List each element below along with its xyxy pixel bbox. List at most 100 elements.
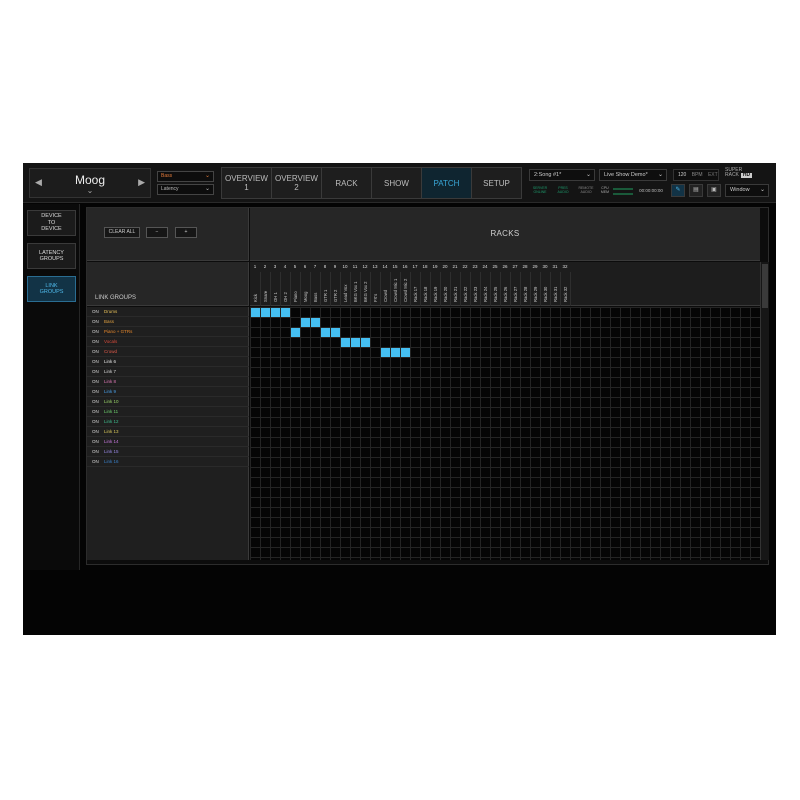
- link-group-row[interactable]: ON Bass: [87, 317, 249, 327]
- racks-title: RACKS: [490, 229, 520, 238]
- link-group-row[interactable]: ON Link 10: [87, 397, 249, 407]
- patch-cell-active[interactable]: [331, 328, 340, 337]
- rack-column-label: Rack 22: [463, 286, 468, 302]
- rack-column-name: Rack 27: [510, 274, 520, 304]
- song-dropdown[interactable]: 2:Song #1* ⌄: [529, 169, 595, 181]
- link-groups-header: LINK GROUPS: [87, 262, 249, 306]
- tab-rack[interactable]: RACK: [322, 168, 372, 198]
- group-on-toggle[interactable]: ON: [92, 377, 99, 386]
- rack-selector[interactable]: ◀ Moog ⌄ ▶: [29, 168, 151, 198]
- group-on-toggle[interactable]: ON: [92, 387, 99, 396]
- group-on-toggle[interactable]: ON: [92, 337, 99, 346]
- group-on-toggle[interactable]: ON: [92, 417, 99, 426]
- view-dropdown[interactable]: Latency ⌄: [157, 184, 214, 195]
- link-group-row[interactable]: ON Link 14: [87, 437, 249, 447]
- group-name: Vocals: [104, 339, 118, 344]
- tempo-field[interactable]: 120 BPM EXT: [673, 169, 719, 181]
- group-on-toggle[interactable]: ON: [92, 367, 99, 376]
- group-on-toggle[interactable]: ON: [92, 407, 99, 416]
- patch-cell-active[interactable]: [321, 328, 330, 337]
- group-on-toggle[interactable]: ON: [92, 327, 99, 336]
- add-group-button[interactable]: +: [175, 227, 197, 238]
- link-group-row[interactable]: ON Link 12: [87, 417, 249, 427]
- link-matrix[interactable]: [250, 307, 760, 560]
- chevron-down-icon[interactable]: ⌄: [30, 186, 150, 195]
- window-dropdown[interactable]: Window ⌄: [725, 184, 769, 197]
- rack-column-label: GTR 1: [323, 289, 328, 302]
- sidebar-item-latency-groups[interactable]: LATENCY GROUPS: [27, 243, 76, 269]
- tab-overview-2[interactable]: OVERVIEW 2: [272, 168, 322, 198]
- link-group-row[interactable]: ON Piano + GTRs: [87, 327, 249, 337]
- show-dropdown[interactable]: Live Show Demo* ⌄: [599, 169, 667, 181]
- group-on-toggle[interactable]: ON: [92, 397, 99, 406]
- group-on-toggle[interactable]: ON: [92, 357, 99, 366]
- group-on-toggle[interactable]: ON: [92, 347, 99, 356]
- rack-column-number: 13: [372, 264, 378, 269]
- patch-cell-active[interactable]: [281, 308, 290, 317]
- group-on-toggle[interactable]: ON: [92, 457, 99, 466]
- rack-column-label: Crowd Mic 2: [403, 278, 408, 302]
- rack-column-name: Rack 19: [430, 274, 440, 304]
- patch-cell-active[interactable]: [341, 338, 350, 347]
- clear-all-button[interactable]: CLEAR ALL: [104, 227, 140, 238]
- superrack-window: ◀ Moog ⌄ ▶ Bass ⌄ Latency ⌄ OVERVIEW 1 OVE…: [23, 163, 776, 635]
- vertical-scrollbar[interactable]: [760, 262, 769, 560]
- sidebar-item-device-to-device[interactable]: DEVICE TO DEVICE: [27, 210, 76, 236]
- patch-cell-active[interactable]: [361, 338, 370, 347]
- rack-column-label: Rack 24: [483, 286, 488, 302]
- link-group-row[interactable]: ON Vocals: [87, 337, 249, 347]
- patch-cell-active[interactable]: [301, 318, 310, 327]
- rack-column-name: Rack 26: [500, 274, 510, 304]
- rack-column-name: Rack 22: [460, 274, 470, 304]
- rack-column-number: 6: [303, 264, 307, 269]
- patch-cell-active[interactable]: [311, 318, 320, 327]
- rack-column-number: 7: [313, 264, 317, 269]
- tab-setup[interactable]: SETUP: [472, 168, 521, 198]
- link-group-row[interactable]: ON Link 6: [87, 357, 249, 367]
- group-on-toggle[interactable]: ON: [92, 447, 99, 456]
- patch-cell-active[interactable]: [391, 348, 400, 357]
- patch-cell-active[interactable]: [291, 328, 300, 337]
- patch-cell-active[interactable]: [251, 308, 260, 317]
- rack-column-number: 10: [342, 264, 348, 269]
- group-on-toggle[interactable]: ON: [92, 317, 99, 326]
- rack-column-name: Rack 32: [560, 274, 570, 304]
- keyboard-icon[interactable]: ▤: [689, 184, 703, 197]
- link-group-row[interactable]: ON Link 13: [87, 427, 249, 437]
- patch-cell-active[interactable]: [261, 308, 270, 317]
- link-group-row[interactable]: ON Link 15: [87, 447, 249, 457]
- tab-overview-1[interactable]: OVERVIEW 1: [222, 168, 272, 198]
- link-group-row[interactable]: ON Link 9: [87, 387, 249, 397]
- group-name: Link 7: [104, 369, 117, 374]
- rack-column-label: FX's: [373, 293, 378, 302]
- sidebar-item-link-groups[interactable]: LINK GROUPS: [27, 276, 76, 302]
- tab-patch[interactable]: PATCH: [422, 168, 472, 198]
- patch-cell-active[interactable]: [351, 338, 360, 347]
- rack-column-name: FX's: [370, 274, 380, 304]
- group-on-toggle[interactable]: ON: [92, 427, 99, 436]
- link-group-row[interactable]: ON Link 11: [87, 407, 249, 417]
- link-group-row[interactable]: ON Link 16: [87, 457, 249, 467]
- link-group-row[interactable]: ON Link 8: [87, 377, 249, 387]
- patch-cell-active[interactable]: [401, 348, 410, 357]
- link-group-row[interactable]: ON Link 7: [87, 367, 249, 377]
- patch-cell-active[interactable]: [381, 348, 390, 357]
- rack-column-label: Rack 32: [563, 286, 568, 302]
- link-group-row[interactable]: ON Crowd: [87, 347, 249, 357]
- patch-cell-active[interactable]: [271, 308, 280, 317]
- next-rack-icon[interactable]: ▶: [138, 177, 145, 188]
- rack-group-dropdown[interactable]: Bass ⌄: [157, 171, 214, 182]
- lock-icon[interactable]: ▣: [707, 184, 721, 197]
- chevron-down-icon: ⌄: [204, 173, 210, 179]
- edit-icon[interactable]: ✎: [671, 184, 685, 197]
- group-on-toggle[interactable]: ON: [92, 437, 99, 446]
- link-group-row[interactable]: ON Drums: [87, 307, 249, 317]
- scrollbar-thumb[interactable]: [762, 264, 768, 308]
- rack-column-label: Rack 28: [523, 286, 528, 302]
- rack-column-label: Crowd Mic 1: [393, 278, 398, 302]
- group-name: Link 12: [104, 419, 119, 424]
- group-on-toggle[interactable]: ON: [92, 307, 99, 316]
- tab-show[interactable]: SHOW: [372, 168, 422, 198]
- remove-group-button[interactable]: −: [146, 227, 168, 238]
- rack-column-label: OH 2: [283, 292, 288, 302]
